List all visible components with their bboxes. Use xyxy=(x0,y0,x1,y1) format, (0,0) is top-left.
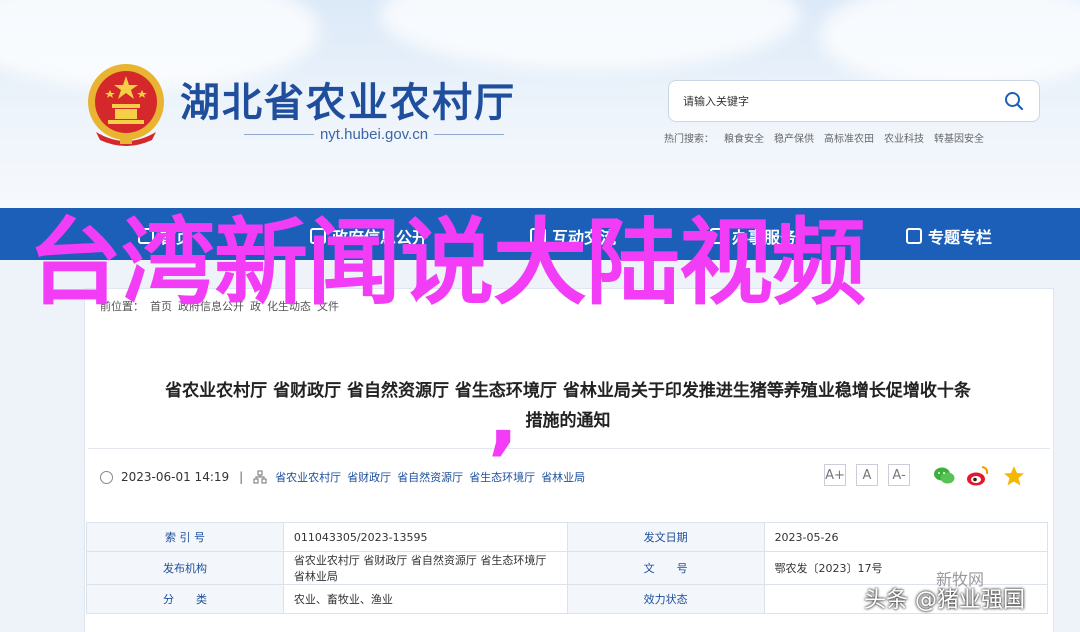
search-box xyxy=(668,80,1040,122)
overlay-headline: 台湾新闻说大陆视频 xyxy=(28,209,866,318)
article-source: 省林业局 xyxy=(541,471,586,484)
search-button[interactable] xyxy=(1003,90,1025,112)
clock-icon xyxy=(100,470,113,484)
article-title-line1: 省农业农村厅 省财政厅 省自然资源厅 省生态环境厅 省林业局关于印发推进生猪等养… xyxy=(165,381,971,401)
hot-search-item[interactable]: 转基因安全 xyxy=(934,130,984,145)
favorite-icon[interactable] xyxy=(1002,464,1026,488)
site-domain-text: nyt.hubei.gov.cn xyxy=(319,126,429,143)
nav-item-topics[interactable]: 专题专栏 xyxy=(906,224,992,248)
divider xyxy=(434,134,505,135)
hot-search-label: 热门搜索： xyxy=(664,134,714,145)
hot-search-item[interactable]: 高标准农田 xyxy=(824,130,874,145)
font-increase-button[interactable]: A+ xyxy=(824,464,846,486)
org-icon xyxy=(253,470,267,484)
overlay-comma: , xyxy=(488,371,519,464)
table-key: 发文日期 xyxy=(566,522,765,552)
article-meta: 2023-06-01 14:19 | 省农业农村厅 省财政厅 省自然资源厅 省生… xyxy=(100,469,591,485)
search-icon xyxy=(1005,92,1024,111)
article-date: 2023-06-01 14:19 xyxy=(121,470,230,484)
meta-separator: | xyxy=(239,470,244,484)
article-source: 省农业农村厅 xyxy=(275,471,342,484)
site-title[interactable]: 湖北省农业农村厅 xyxy=(180,70,516,128)
divider xyxy=(88,448,1050,449)
hot-search: 热门搜索： 粮食安全 稳产保供 高标准农田 农业科技 转基因安全 xyxy=(664,130,984,145)
table-value: 鄂农发〔2023〕17号 xyxy=(763,551,1049,585)
article-title-line2: 措施的通知 xyxy=(525,411,611,431)
table-key: 分 类 xyxy=(86,584,284,614)
article-title: 省农业农村厅 省财政厅 省自然资源厅 省生态环境厅 省林业局关于印发推进生猪等养… xyxy=(100,376,1036,436)
wechat-icon[interactable] xyxy=(932,464,956,488)
site-domain: nyt.hubei.gov.cn xyxy=(244,126,505,143)
table-value: 011043305/2023-13595 xyxy=(282,522,568,552)
font-reset-button[interactable]: A xyxy=(856,464,878,486)
article-source: 省自然资源厅 xyxy=(397,471,464,484)
search-input[interactable] xyxy=(683,94,1003,108)
hot-search-item[interactable]: 粮食安全 xyxy=(724,130,764,145)
site-header: 湖北省农业农村厅 nyt.hubei.gov.cn 热门搜索： 粮食安全 稳产保… xyxy=(0,0,1080,208)
cloud-decoration xyxy=(380,0,800,70)
national-emblem-icon xyxy=(88,64,164,146)
table-value: 省农业农村厅 省财政厅 省自然资源厅 省生态环境厅 省林业局 xyxy=(282,551,568,585)
table-key: 文 号 xyxy=(566,551,765,585)
folder-icon xyxy=(906,228,922,244)
nav-item-label: 专题专栏 xyxy=(928,228,993,247)
hot-search-item[interactable]: 农业科技 xyxy=(884,130,924,145)
table-value: 2023-05-26 xyxy=(763,522,1049,552)
article-source: 省财政厅 xyxy=(347,471,392,484)
divider xyxy=(244,134,314,135)
table-key: 发布机构 xyxy=(86,551,284,585)
table-key: 索 引 号 xyxy=(86,522,284,552)
table-row: 索 引 号 011043305/2023-13595 发文日期 2023-05-… xyxy=(86,522,1049,552)
hot-search-item[interactable]: 稳产保供 xyxy=(774,130,814,145)
weibo-icon[interactable] xyxy=(966,464,990,488)
watermark: 头条 @猪业强国 xyxy=(864,588,1025,613)
table-key: 效力状态 xyxy=(566,584,765,614)
table-row: 发布机构 省农业农村厅 省财政厅 省自然资源厅 省生态环境厅 省林业局 文 号 … xyxy=(86,551,1049,585)
font-decrease-button[interactable]: A- xyxy=(888,464,910,486)
cloud-decoration xyxy=(820,0,1080,90)
table-value: 农业、畜牧业、渔业 xyxy=(282,584,568,614)
article-source: 省生态环境厅 xyxy=(469,471,536,484)
